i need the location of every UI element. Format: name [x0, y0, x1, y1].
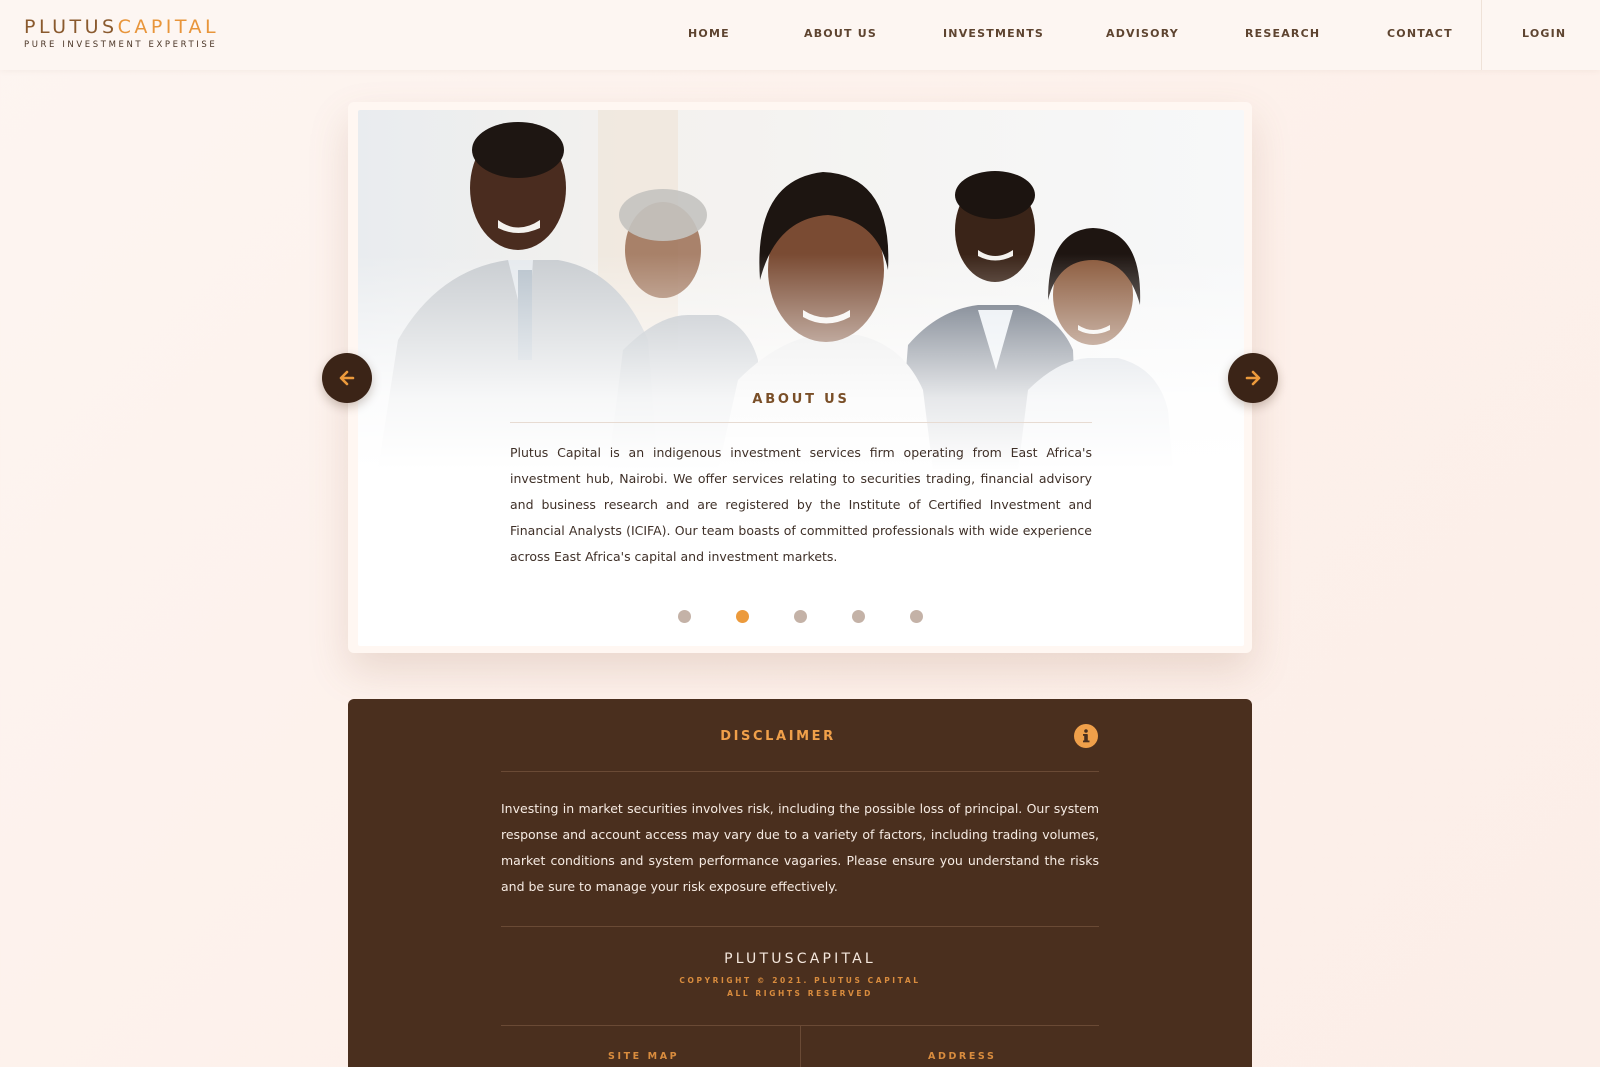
disclaimer-panel: DISCLAIMER Investing in market securitie… [348, 699, 1252, 1067]
carousel-divider [510, 422, 1092, 423]
nav-divider [1481, 0, 1482, 70]
arrow-right-icon [1245, 370, 1261, 386]
carousel-indicators [358, 610, 1244, 624]
brand-wordmark: PLUTUSCAPITAL [24, 18, 219, 37]
carousel-title: ABOUT US [752, 392, 850, 407]
site-header: PLUTUSCAPITAL PURE INVESTMENT EXPERTISE … [0, 0, 1600, 70]
footer-address-heading: ADDRESS [928, 1051, 997, 1062]
disclaimer-divider-bottom [501, 926, 1099, 927]
carousel-dot-5[interactable] [910, 610, 923, 623]
main-nav: HOME ABOUT US INVESTMENTS ADVISORY RESEA… [640, 0, 1600, 70]
carousel-dot-3[interactable] [794, 610, 807, 623]
brand-name-part2: CAPITAL [117, 16, 220, 38]
nav-item-research[interactable]: RESEARCH [1245, 27, 1320, 40]
carousel-dot-4[interactable] [852, 610, 865, 623]
brand-logo[interactable]: PLUTUSCAPITAL PURE INVESTMENT EXPERTISE [24, 18, 219, 51]
carousel-next-button[interactable] [1228, 353, 1278, 403]
copyright-line-1: COPYRIGHT © 2021. PLUTUS CAPITAL [679, 976, 921, 985]
carousel-prev-button[interactable] [322, 353, 372, 403]
carousel-text: Plutus Capital is an indigenous investme… [510, 445, 1092, 564]
footer-logo: PLUTUSCAPITAL [724, 951, 876, 967]
info-icon[interactable] [1074, 724, 1098, 748]
carousel-dot-1[interactable] [678, 610, 691, 623]
nav-item-about-us[interactable]: ABOUT US [804, 27, 877, 40]
brand-name-part1: PLUTUS [24, 16, 118, 38]
nav-item-contact[interactable]: CONTACT [1387, 27, 1453, 40]
footer-sitemap-heading: SITE MAP [608, 1051, 680, 1062]
login-link[interactable]: LOGIN [1522, 27, 1566, 40]
nav-item-home[interactable]: HOME [688, 27, 730, 40]
disclaimer-text: Investing in market securities involves … [501, 801, 1099, 894]
nav-item-investments[interactable]: INVESTMENTS [943, 27, 1044, 40]
disclaimer-divider-top [501, 771, 1099, 772]
copyright-line-2: ALL RIGHTS RESERVED [727, 989, 873, 998]
footer-copyright: COPYRIGHT © 2021. PLUTUS CAPITAL ALL RIG… [348, 974, 1252, 1000]
carousel-dot-2[interactable] [736, 610, 749, 623]
carousel-slide: ABOUT US Plutus Capital is an indigenous… [358, 110, 1244, 646]
photo-fade-overlay [358, 110, 1244, 470]
nav-item-advisory[interactable]: ADVISORY [1106, 27, 1179, 40]
brand-tagline: PURE INVESTMENT EXPERTISE [24, 40, 218, 50]
footer-column-divider [800, 1026, 801, 1067]
arrow-left-icon [339, 370, 355, 386]
